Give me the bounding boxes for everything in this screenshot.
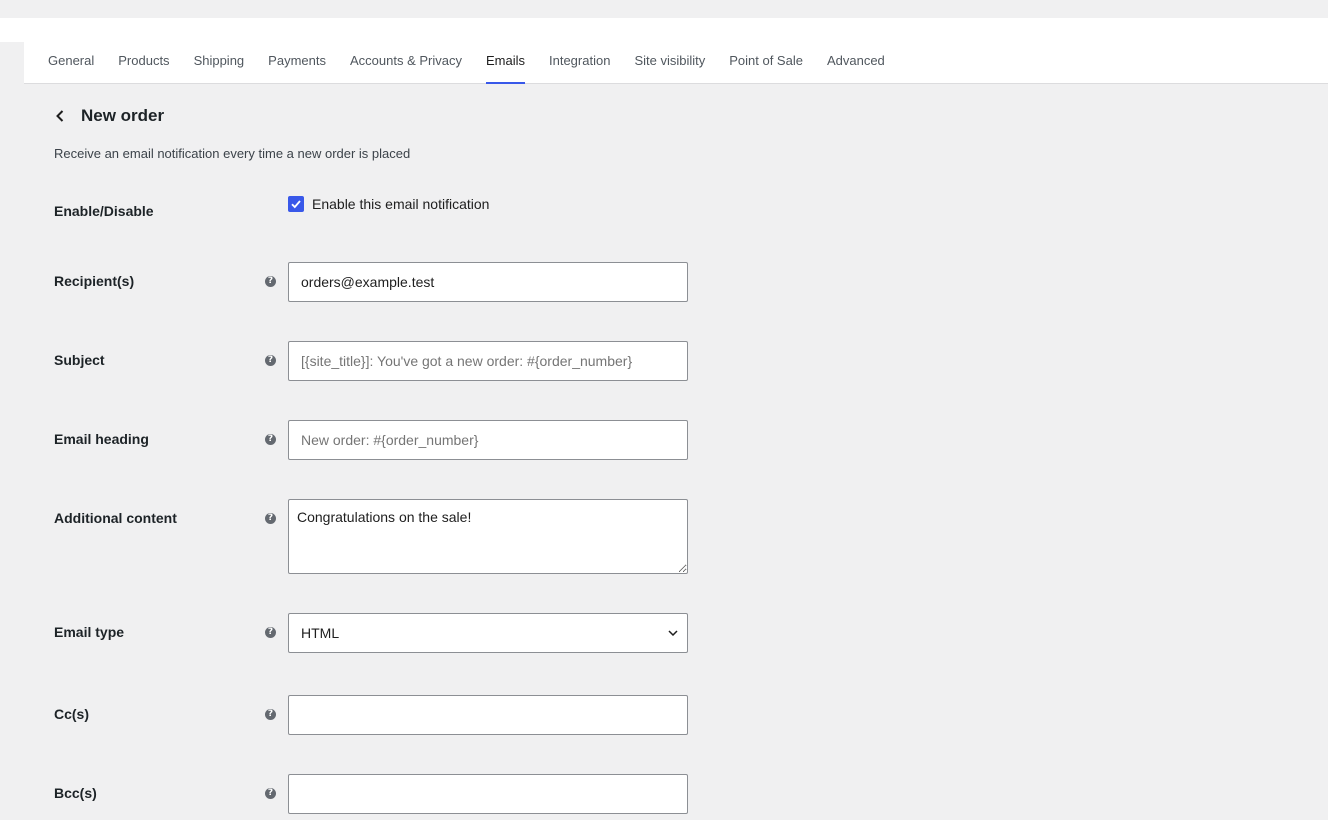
settings-tab-bar: General Products Shipping Payments Accou… <box>24 42 1328 84</box>
page-header: New order <box>54 104 164 128</box>
question-circle-icon[interactable]: ? <box>265 276 276 287</box>
question-circle-icon[interactable]: ? <box>265 513 276 524</box>
email-type-label: Email type <box>54 624 125 640</box>
check-icon <box>291 200 301 209</box>
page-title: New order <box>81 106 165 125</box>
question-circle-icon[interactable]: ? <box>265 355 276 366</box>
cc-input[interactable] <box>289 696 687 734</box>
tab-integration[interactable]: Integration <box>549 42 610 83</box>
page-description: Receive an email notification every time… <box>54 146 411 161</box>
tab-products[interactable]: Products <box>118 42 169 83</box>
tab-accounts-privacy[interactable]: Accounts & Privacy <box>350 42 462 83</box>
tab-site-visibility[interactable]: Site visibility <box>634 42 705 83</box>
chevron-left-icon <box>56 110 64 122</box>
enable-notification-checkbox[interactable] <box>288 196 304 212</box>
email-heading-input[interactable] <box>289 421 687 459</box>
enable-notification-label: Enable this email notification <box>312 196 490 212</box>
subject-input[interactable] <box>289 342 687 380</box>
tab-general[interactable]: General <box>48 42 94 83</box>
recipients-input[interactable] <box>289 263 687 301</box>
subject-label: Subject <box>54 352 105 368</box>
recipients-label: Recipient(s) <box>54 273 135 289</box>
email-type-select[interactable]: HTML <box>289 614 687 652</box>
enable-disable-label: Enable/Disable <box>54 203 154 219</box>
cc-label: Cc(s) <box>54 706 90 722</box>
question-circle-icon[interactable]: ? <box>265 709 276 720</box>
question-circle-icon[interactable]: ? <box>265 434 276 445</box>
email-heading-label: Email heading <box>54 431 149 447</box>
tab-payments[interactable]: Payments <box>268 42 326 83</box>
bcc-input[interactable] <box>289 775 687 813</box>
question-circle-icon[interactable]: ? <box>265 627 276 638</box>
tab-shipping[interactable]: Shipping <box>194 42 245 83</box>
question-circle-icon[interactable]: ? <box>265 788 276 799</box>
tab-point-of-sale[interactable]: Point of Sale <box>729 42 803 83</box>
additional-content-label: Additional content <box>54 510 177 526</box>
header-strip <box>0 18 1328 42</box>
enable-notification-toggle[interactable]: Enable this email notification <box>288 196 489 212</box>
bcc-label: Bcc(s) <box>54 785 97 801</box>
back-button[interactable] <box>54 104 74 128</box>
tab-advanced[interactable]: Advanced <box>827 42 885 83</box>
additional-content-textarea[interactable]: Congratulations on the sale! <box>289 500 687 573</box>
admin-top-bar <box>0 0 1328 18</box>
email-settings-content: New order Receive an email notification … <box>24 84 1328 820</box>
tab-emails[interactable]: Emails <box>485 42 526 84</box>
